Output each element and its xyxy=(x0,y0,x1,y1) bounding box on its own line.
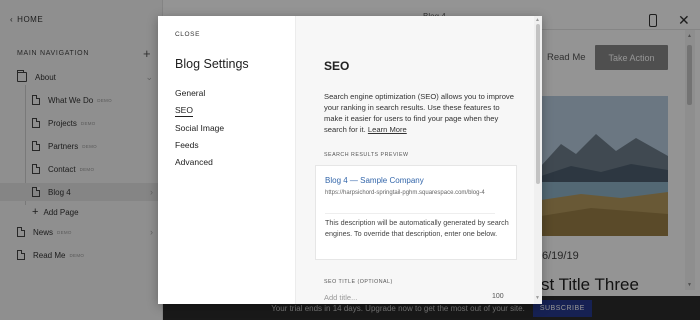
search-results-preview-label: SEARCH RESULTS PREVIEW xyxy=(324,152,409,158)
close-button[interactable]: CLOSE xyxy=(175,31,200,38)
result-url: https://harpsichord-springtail-pghm.squa… xyxy=(325,190,485,196)
menu-item-social-image[interactable]: Social Image xyxy=(175,123,224,133)
divider xyxy=(325,213,495,214)
seo-settings-panel: SEO Search engine optimization (SEO) all… xyxy=(296,16,542,304)
learn-more-link[interactable]: Learn More xyxy=(368,125,407,134)
seo-title-label: SEO TITLE (OPTIONAL) xyxy=(324,279,393,285)
seo-title-char-count: 100 xyxy=(492,293,504,300)
scroll-down-icon[interactable]: ▼ xyxy=(535,295,540,301)
menu-item-feeds[interactable]: Feeds xyxy=(175,140,199,150)
section-title: SEO xyxy=(324,59,350,73)
dialog-scrollbar-thumb[interactable] xyxy=(536,24,540,184)
seo-title-input[interactable]: Add title... xyxy=(324,293,506,304)
menu-item-advanced[interactable]: Advanced xyxy=(175,157,213,167)
seo-description: Search engine optimization (SEO) allows … xyxy=(324,91,514,135)
settings-menu-panel: CLOSE Blog Settings General SEO Social I… xyxy=(158,16,296,304)
result-title: Blog 4 — Sample Company xyxy=(325,176,424,185)
menu-item-general[interactable]: General xyxy=(175,88,205,98)
seo-description-text: Search engine optimization (SEO) allows … xyxy=(324,92,514,134)
search-result-preview: Blog 4 — Sample Company https://harpsich… xyxy=(315,165,517,260)
blog-settings-dialog: CLOSE Blog Settings General SEO Social I… xyxy=(158,16,542,304)
result-description: This description will be automatically g… xyxy=(325,218,509,238)
menu-item-seo[interactable]: SEO xyxy=(175,105,193,117)
dialog-heading: Blog Settings xyxy=(175,57,249,71)
scroll-up-icon[interactable]: ▲ xyxy=(535,17,540,23)
